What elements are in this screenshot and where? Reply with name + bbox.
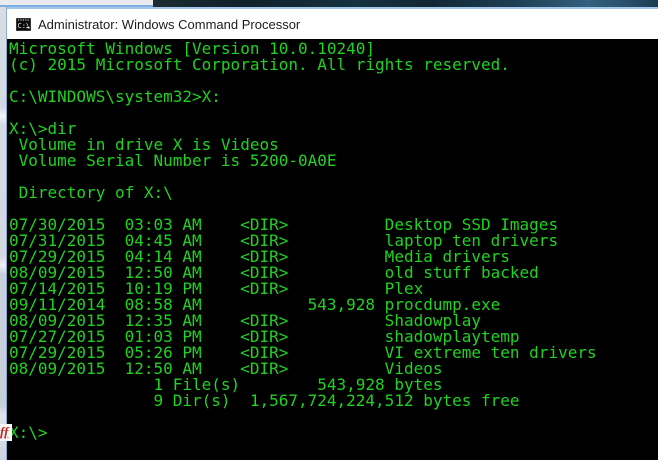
cmd-window: C:\ Administrator: Windows Command Proce…: [7, 7, 658, 460]
desktop: ff C:\ Administrator: Windows Command Pr…: [0, 0, 658, 460]
console-output[interactable]: Microsoft Windows [Version 10.0.10240] (…: [7, 39, 658, 460]
background-text-fragment: ff: [0, 424, 12, 441]
console-line: [9, 105, 658, 121]
console-line: [9, 409, 658, 425]
console-line: Volume Serial Number is 5200-0A0E: [9, 153, 658, 169]
dir-summary-dirs: 9 Dir(s) 1,567,724,224,512 bytes free: [9, 393, 658, 409]
console-line: (c) 2015 Microsoft Corporation. All righ…: [9, 57, 658, 73]
console-line: C:\WINDOWS\system32>X:: [9, 89, 658, 105]
command-prompt: X:\>: [9, 425, 658, 441]
window-title: Administrator: Windows Command Processor: [38, 17, 300, 32]
svg-text:C:\: C:\: [18, 22, 31, 30]
console-line: Directory of X:\: [9, 185, 658, 201]
background-window-edge-top: [0, 0, 153, 7]
cmd-icon: C:\: [16, 18, 31, 31]
titlebar[interactable]: C:\ Administrator: Windows Command Proce…: [7, 9, 658, 39]
background-window-edge-left: [0, 7, 7, 460]
